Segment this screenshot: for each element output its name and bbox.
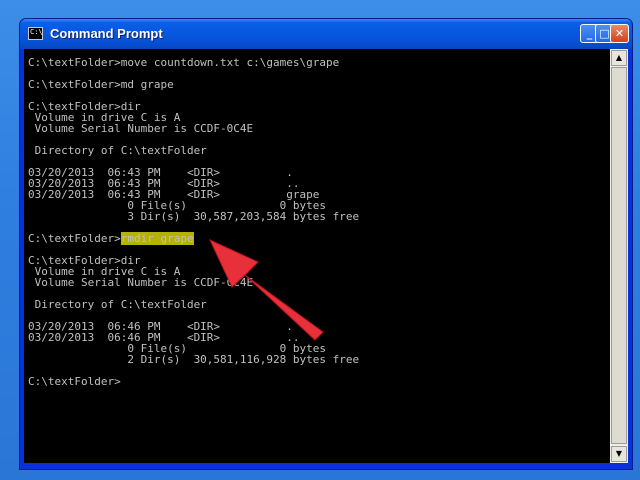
console-command-line: C:\textFolder>rmdir grape	[28, 232, 194, 245]
scroll-up-arrow-icon[interactable]: ▲	[611, 50, 627, 66]
vertical-scrollbar[interactable]: ▲ ▼	[610, 49, 628, 463]
console-line: C:\textFolder>move countdown.txt c:\game…	[28, 56, 340, 69]
window-title: Command Prompt	[50, 26, 163, 41]
title-bar[interactable]: C:\ Command Prompt _ □ ✕	[20, 19, 632, 49]
command-prompt-window: C:\ Command Prompt _ □ ✕ C:\textFolder>m…	[19, 18, 633, 470]
console-line: C:\textFolder>	[28, 375, 121, 388]
console-line: Volume Serial Number is CCDF-0C4E	[28, 276, 254, 289]
console-line: 3 Dir(s) 30,587,203,584 bytes free	[28, 210, 360, 223]
highlighted-command: rmdir grape	[120, 232, 194, 245]
console-line: Directory of C:\textFolder	[28, 298, 207, 311]
console-line: Volume Serial Number is CCDF-0C4E	[28, 122, 254, 135]
console-prompt: C:\textFolder>	[28, 232, 121, 245]
command-prompt-icon[interactable]: C:\	[28, 27, 43, 40]
scrollbar-thumb[interactable]	[611, 67, 627, 444]
close-button[interactable]: ✕	[610, 24, 629, 43]
console-line: C:\textFolder>md grape	[28, 78, 174, 91]
console-output[interactable]: C:\textFolder>move countdown.txt c:\game…	[24, 49, 610, 463]
console-line: 2 Dir(s) 30,581,116,928 bytes free	[28, 353, 360, 366]
scroll-down-arrow-icon[interactable]: ▼	[611, 446, 627, 462]
console-line: Directory of C:\textFolder	[28, 144, 207, 157]
